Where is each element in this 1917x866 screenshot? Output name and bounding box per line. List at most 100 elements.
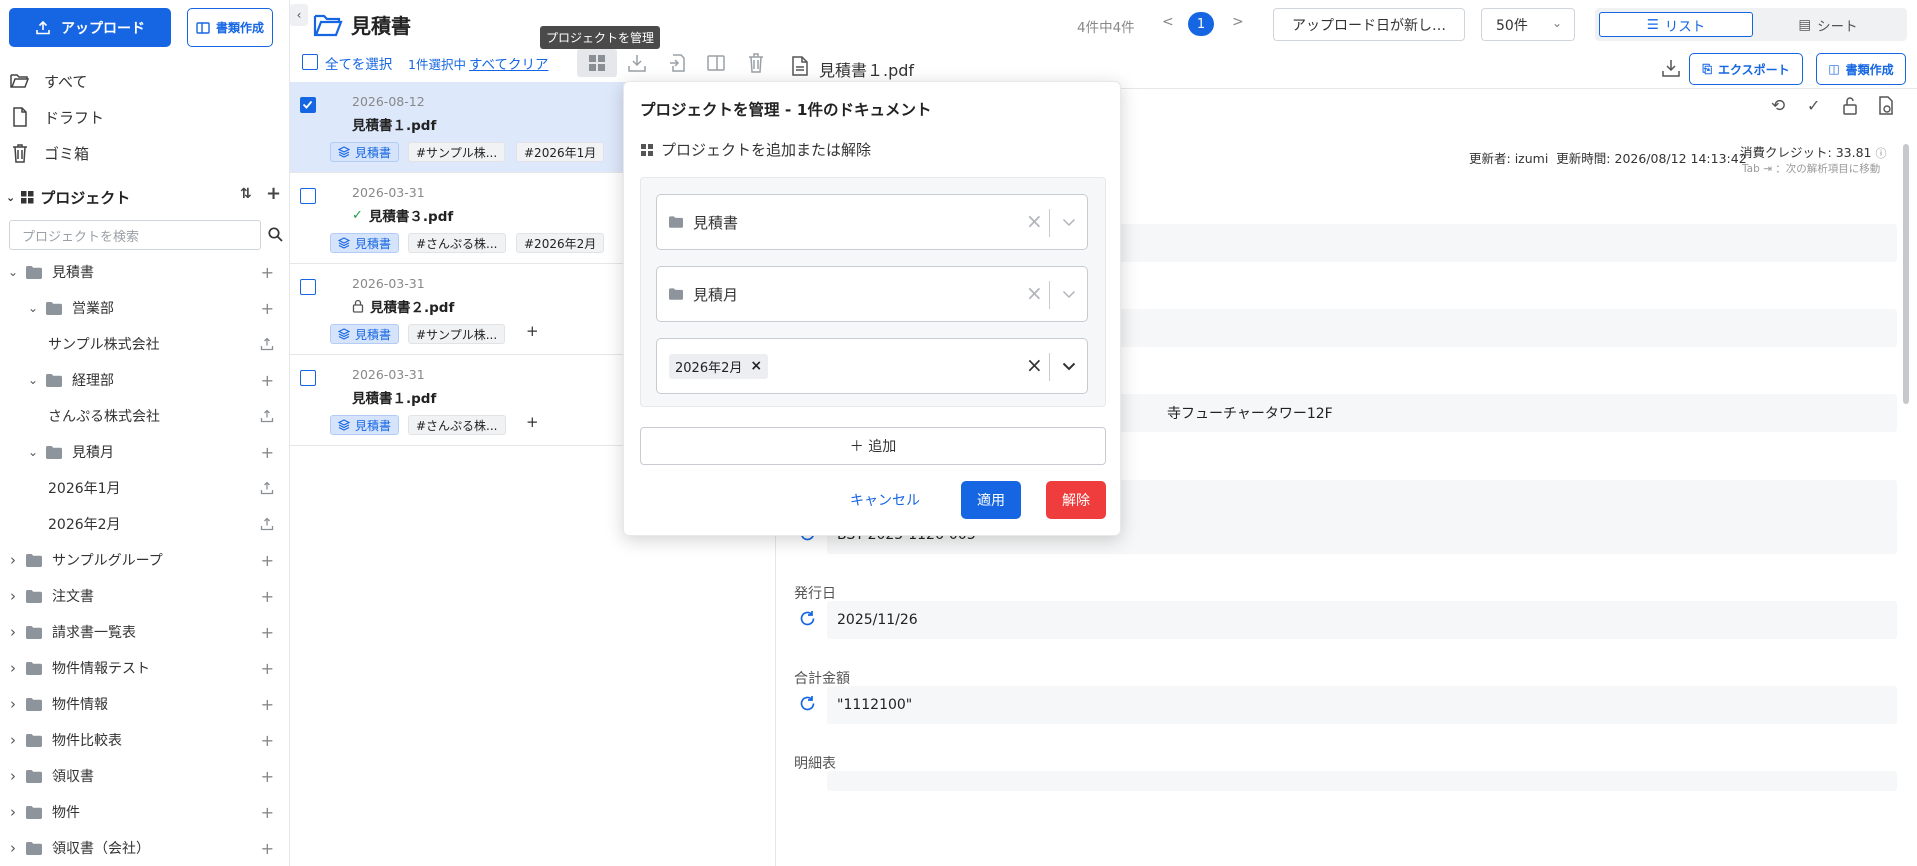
chevron-down-icon[interactable]: ⌄ bbox=[6, 191, 15, 204]
chevron-down-icon[interactable]: ⌄ bbox=[26, 373, 40, 387]
field-value-box[interactable] bbox=[827, 771, 1897, 791]
add-tag-icon[interactable]: + bbox=[526, 413, 539, 431]
project-search-input[interactable]: プロジェクトを検索 bbox=[9, 220, 261, 250]
chevron-right-icon[interactable]: › bbox=[6, 623, 20, 641]
nav-all[interactable]: すべて bbox=[10, 64, 87, 98]
check-icon[interactable]: ✓ bbox=[1807, 96, 1820, 115]
download-icon[interactable] bbox=[627, 53, 647, 73]
tree-item[interactable]: 2026年1月 bbox=[0, 470, 284, 506]
chevron-down-icon[interactable] bbox=[1062, 218, 1076, 227]
add-subproject-icon[interactable]: + bbox=[261, 443, 274, 462]
add-subproject-icon[interactable]: + bbox=[261, 587, 274, 606]
add-subproject-icon[interactable]: + bbox=[261, 299, 274, 318]
add-project-icon[interactable]: + bbox=[266, 183, 281, 204]
tree-item[interactable]: › 領収書 + bbox=[0, 758, 284, 794]
refresh-icon[interactable] bbox=[799, 610, 816, 627]
apply-button[interactable]: 適用 bbox=[961, 481, 1021, 519]
subproject-tag[interactable]: #さんぷる株... bbox=[408, 233, 506, 253]
sort-select[interactable]: アップロード日が新し… bbox=[1273, 8, 1465, 41]
clear-all-link[interactable]: すべてクリア bbox=[469, 53, 549, 73]
add-tag-icon[interactable]: + bbox=[526, 322, 539, 340]
add-project-button[interactable]: ＋ 追加 bbox=[640, 427, 1106, 465]
subproject-tag[interactable]: #2026年2月 bbox=[516, 233, 605, 253]
tree-item[interactable]: › 物件情報 + bbox=[0, 686, 284, 722]
add-subproject-icon[interactable]: + bbox=[261, 659, 274, 678]
chevron-down-icon[interactable] bbox=[1062, 290, 1076, 299]
chevron-down-icon[interactable]: ⌄ bbox=[26, 445, 40, 459]
field-value-box[interactable]: 2025/11/26 bbox=[827, 601, 1897, 639]
document-name[interactable]: 見積書１.pdf bbox=[352, 387, 436, 407]
export-button[interactable]: ⎘ エクスポート bbox=[1689, 53, 1803, 85]
chevron-right-icon[interactable]: › bbox=[6, 731, 20, 749]
tree-item[interactable]: › 注文書 + bbox=[0, 578, 284, 614]
project-select[interactable]: 見積書 × bbox=[656, 194, 1088, 250]
document-checkbox[interactable] bbox=[300, 97, 316, 113]
select-all-label[interactable]: 全てを選択 bbox=[325, 53, 392, 73]
nav-trash[interactable]: ゴミ箱 bbox=[10, 136, 89, 170]
view-sheet-button[interactable]: ▤ シート bbox=[1753, 12, 1903, 37]
manage-projects-button[interactable] bbox=[577, 49, 617, 77]
create-document-button[interactable]: 書類作成 bbox=[187, 8, 273, 47]
subproject-tag[interactable]: #サンプル株... bbox=[408, 324, 506, 344]
doc-search-icon[interactable] bbox=[1877, 96, 1895, 116]
tree-item[interactable]: ⌄ 見積月 + bbox=[0, 434, 284, 470]
document-name[interactable]: ✓ 見積書３.pdf bbox=[352, 205, 453, 226]
upload-button[interactable]: アップロード bbox=[9, 8, 171, 47]
subproject-tag[interactable]: #さんぷる株... bbox=[408, 415, 506, 435]
per-page-select[interactable]: 50件 ⌄ bbox=[1481, 8, 1575, 41]
project-tag[interactable]: 見積書 bbox=[330, 415, 400, 435]
tree-item[interactable]: › 領収書（会社） + bbox=[0, 830, 284, 866]
clear-icon[interactable]: × bbox=[1026, 209, 1043, 233]
document-checkbox[interactable] bbox=[300, 370, 316, 386]
document-name[interactable]: 見積書２.pdf bbox=[352, 296, 454, 316]
add-subproject-icon[interactable]: + bbox=[261, 551, 274, 570]
add-subproject-icon[interactable]: + bbox=[261, 695, 274, 714]
move-icon[interactable] bbox=[667, 53, 687, 73]
subproject-tag[interactable]: #2026年1月 bbox=[516, 142, 605, 162]
upload-icon[interactable] bbox=[260, 517, 274, 531]
search-icon[interactable] bbox=[268, 227, 283, 242]
tree-item[interactable]: › 物件比較表 + bbox=[0, 722, 284, 758]
add-subproject-icon[interactable]: + bbox=[261, 803, 274, 822]
unlock-icon[interactable] bbox=[1842, 96, 1858, 116]
tree-item[interactable]: › 物件情報テスト + bbox=[0, 650, 284, 686]
add-subproject-icon[interactable]: + bbox=[261, 623, 274, 642]
chevron-right-icon[interactable]: › bbox=[6, 659, 20, 677]
tree-item[interactable]: 2026年2月 bbox=[0, 506, 284, 542]
upload-icon[interactable] bbox=[260, 337, 274, 351]
tree-item[interactable]: › 物件 + bbox=[0, 794, 284, 830]
sort-icon[interactable]: ⇅ bbox=[240, 186, 252, 202]
prev-page-button[interactable]: < bbox=[1162, 14, 1174, 30]
project-tag[interactable]: 見積書 bbox=[330, 233, 400, 253]
add-subproject-icon[interactable]: + bbox=[261, 767, 274, 786]
tree-item[interactable]: さんぷる株式会社 bbox=[0, 398, 284, 434]
chevron-right-icon[interactable]: › bbox=[6, 551, 20, 569]
collapse-sidebar-button[interactable]: ‹ bbox=[290, 4, 308, 26]
cancel-button[interactable]: キャンセル bbox=[840, 481, 930, 519]
refresh-icon[interactable] bbox=[799, 695, 816, 712]
subproject-tag[interactable]: #サンプル株... bbox=[408, 142, 506, 162]
page-number[interactable]: 1 bbox=[1188, 12, 1214, 36]
chevron-right-icon[interactable]: › bbox=[6, 695, 20, 713]
view-list-button[interactable]: ☰ リスト bbox=[1599, 12, 1753, 37]
chevron-right-icon[interactable]: › bbox=[6, 587, 20, 605]
chevron-right-icon[interactable]: › bbox=[6, 839, 20, 857]
chevron-right-icon[interactable]: › bbox=[6, 767, 20, 785]
sync-icon[interactable]: ⟲ bbox=[1771, 96, 1785, 116]
trash-icon[interactable] bbox=[746, 52, 766, 74]
upload-icon[interactable] bbox=[260, 409, 274, 423]
project-select[interactable]: 2026年2月 × × bbox=[656, 338, 1088, 394]
project-select[interactable]: 見積月 × bbox=[656, 266, 1088, 322]
chip-remove-icon[interactable]: × bbox=[750, 358, 762, 374]
project-tag[interactable]: 見積書 bbox=[330, 324, 400, 344]
field-value-box[interactable]: "1112100" bbox=[827, 686, 1897, 724]
tree-item[interactable]: ⌄ 経理部 + bbox=[0, 362, 284, 398]
document-checkbox[interactable] bbox=[300, 279, 316, 295]
clear-icon[interactable]: × bbox=[1026, 281, 1043, 305]
clear-icon[interactable]: × bbox=[1026, 353, 1043, 377]
nav-draft[interactable]: ドラフト bbox=[10, 100, 104, 134]
tree-item[interactable]: › 請求書一覧表 + bbox=[0, 614, 284, 650]
tree-item[interactable]: ⌄ 見積書 + bbox=[0, 254, 284, 290]
create-document-button[interactable]: ◫ 書類作成 bbox=[1816, 53, 1906, 85]
chevron-right-icon[interactable]: › bbox=[6, 803, 20, 821]
